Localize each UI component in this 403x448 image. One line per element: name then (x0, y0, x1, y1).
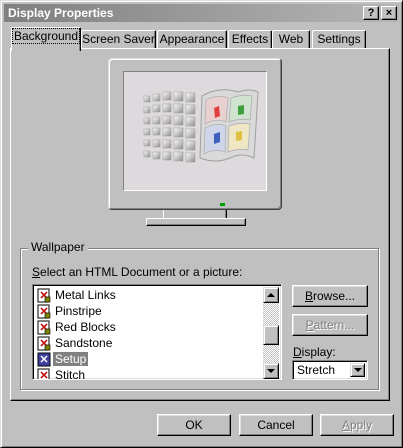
list-item-label: Sandstone (55, 336, 113, 350)
windows-logo-wallpaper (143, 89, 259, 163)
arrow-up-icon (267, 293, 275, 297)
display-mode-value: Stretch (297, 363, 336, 377)
list-scrollbar[interactable] (263, 287, 279, 379)
tab-label: Web (278, 32, 304, 46)
cancel-button[interactable]: Cancel (239, 414, 313, 436)
paint-file-icon (37, 304, 51, 318)
scroll-thumb[interactable] (263, 325, 279, 345)
browse-mnemonic: B (304, 289, 313, 303)
tab-label: Screen Saver (82, 32, 155, 46)
select-picture-label: Select an HTML Document or a picture: (32, 265, 242, 279)
paint-file-icon (37, 288, 51, 302)
browse-button[interactable]: Browse... (292, 285, 368, 307)
display-mode-select[interactable]: Stretch (292, 360, 368, 380)
arrow-down-icon (267, 369, 275, 373)
tab-label: Effects (231, 32, 269, 46)
browse-label: rowse... (313, 289, 356, 303)
tab-label: Background (11, 28, 81, 44)
pattern-button[interactable]: Pattern... (292, 314, 368, 336)
pattern-label: attern... (313, 318, 355, 332)
paint-file-icon (37, 368, 50, 379)
list-item[interactable]: Pinstripe (37, 303, 102, 319)
wallpaper-list[interactable]: Metal Links Pinstripe Red Blocks Sandsto… (32, 284, 282, 380)
scroll-up-button[interactable] (263, 287, 279, 303)
chevron-down-icon (353, 368, 362, 372)
display-label-text: isplay: (301, 345, 336, 359)
scroll-down-button[interactable] (263, 363, 279, 379)
pattern-mnemonic: P (305, 318, 314, 332)
paint-file-icon (37, 320, 51, 334)
list-item-label: Setup (53, 352, 89, 366)
list-item[interactable]: Metal Links (37, 287, 116, 303)
window-title: Display Properties (8, 6, 114, 20)
display-mnemonic: D (293, 345, 302, 359)
help-button[interactable]: ? (363, 6, 379, 20)
tab-screen-saver[interactable]: Screen Saver (81, 30, 156, 49)
list-item-label: Metal Links (55, 288, 116, 302)
tab-settings[interactable]: Settings (312, 30, 366, 49)
tab-background[interactable]: Background (11, 27, 81, 51)
tab-effects[interactable]: Effects (228, 30, 272, 49)
tab-label: Appearance (159, 32, 225, 46)
list-item-selected[interactable]: Setup (37, 351, 89, 367)
close-button[interactable]: × (381, 6, 397, 20)
tab-web[interactable]: Web (272, 30, 310, 49)
tab-label: Settings (317, 32, 361, 46)
list-item[interactable]: Red Blocks (37, 319, 116, 335)
list-item[interactable]: Stitch (37, 367, 86, 380)
apply-label: pply (350, 418, 373, 432)
select-label-mnemonic: S (32, 265, 41, 279)
ok-button[interactable]: OK (157, 414, 231, 436)
display-label: Display: (293, 345, 336, 359)
apply-mnemonic: A (341, 418, 350, 432)
apply-button[interactable]: Apply (320, 414, 394, 436)
title-bar[interactable]: Display Properties ? × (4, 4, 399, 22)
monitor-preview (108, 58, 282, 210)
wallpaper-preview-screen (123, 71, 267, 191)
power-led (220, 203, 225, 206)
monitor-base (146, 218, 246, 226)
select-label-text: elect an HTML Document or a picture: (40, 265, 243, 279)
setup-file-icon (37, 352, 51, 366)
paint-file-icon (37, 336, 51, 350)
list-item-label: Stitch (55, 368, 86, 380)
dropdown-button[interactable] (350, 363, 365, 377)
list-item-label: Pinstripe (55, 304, 102, 318)
wallpaper-group-label: Wallpaper (28, 241, 88, 254)
list-item[interactable]: Sandstone (37, 335, 112, 351)
tab-appearance[interactable]: Appearance (157, 30, 227, 49)
list-item-label: Red Blocks (55, 320, 116, 334)
monitor-neck (163, 210, 227, 218)
